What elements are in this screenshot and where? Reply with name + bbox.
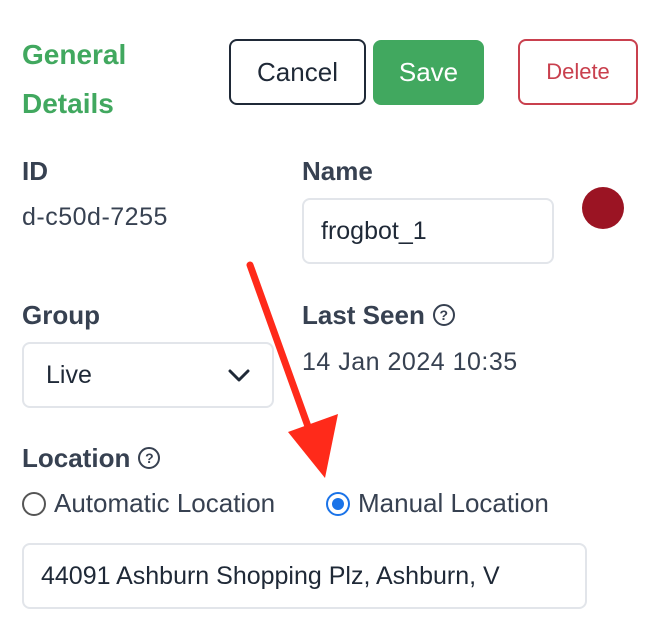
radio-label-automatic: Automatic Location [54,488,276,518]
location-label: Location? [22,443,161,474]
question-circle-icon[interactable]: ? [138,447,161,470]
name-label: Name [302,156,373,186]
save-button[interactable]: Save [373,40,484,105]
last-seen-value: 14 Jan 2024 10:35 [302,348,518,376]
radio-button-checked[interactable] [326,491,350,516]
location-label-text: Location [22,443,131,473]
last-seen-label: Last Seen? [302,300,455,331]
radio-manual-location[interactable]: Manual Location [326,488,549,519]
last-seen-label-text: Last Seen [302,300,425,330]
chevron-down-icon [228,361,250,390]
radio-button-unchecked[interactable] [22,491,46,516]
id-value: d-c50d-7255 [22,203,168,231]
page-title-line-1: General [22,39,127,70]
name-input[interactable]: frogbot_1 [302,198,554,264]
group-select[interactable]: Live [22,342,274,408]
group-label: Group [22,300,100,330]
page-title: General Details [22,30,202,128]
general-details-panel: General Details Cancel Save Delete ID d-… [0,0,662,624]
delete-button[interactable]: Delete [518,39,638,105]
cancel-button[interactable]: Cancel [229,39,366,105]
question-circle-icon[interactable]: ? [432,304,455,327]
page-title-line-2: Details [22,88,114,119]
id-label: ID [22,156,48,186]
status-indicator-dot [582,187,624,229]
address-input[interactable]: 44091 Ashburn Shopping Plz, Ashburn, V [22,543,587,609]
radio-label-manual: Manual Location [358,488,549,518]
radio-automatic-location[interactable]: Automatic Location [22,488,275,519]
group-select-value: Live [46,360,92,389]
